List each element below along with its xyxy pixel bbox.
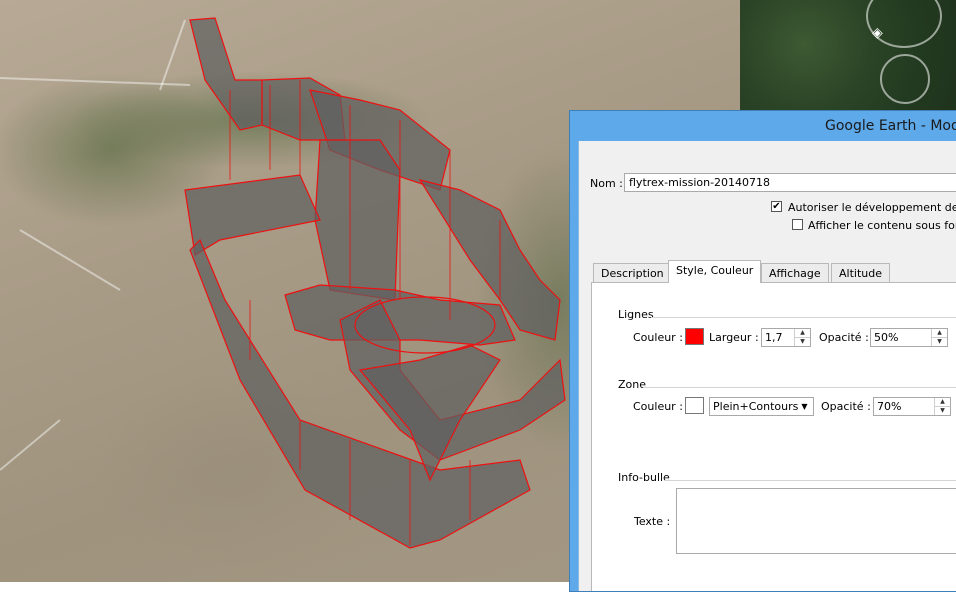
spin-up-icon[interactable]: ▲ bbox=[932, 329, 947, 338]
tab-altitude[interactable]: Altitude bbox=[831, 263, 890, 282]
lines-color-swatch[interactable] bbox=[685, 328, 704, 345]
show-as-checkbox[interactable] bbox=[792, 219, 803, 230]
lines-opacity-stepper[interactable]: 50% ▲ ▼ bbox=[870, 328, 948, 347]
dialog-client-area: Nom : flytrex-mission-20140718 ✔ Autoris… bbox=[578, 141, 956, 591]
lines-width-label: Largeur : bbox=[709, 331, 759, 344]
zone-opacity-value: 70% bbox=[877, 400, 902, 413]
path-wall bbox=[184, 174, 321, 256]
allow-expand-label: Autoriser le développement de ce d bbox=[788, 201, 956, 214]
spin-down-icon[interactable]: ▼ bbox=[935, 407, 950, 415]
dialog-title: Google Earth - Mod bbox=[825, 118, 956, 134]
zone-color-label: Couleur : bbox=[633, 400, 683, 413]
lines-opacity-value: 50% bbox=[874, 331, 899, 344]
chevron-down-icon[interactable]: ▼ bbox=[797, 399, 812, 414]
zone-opacity-stepper[interactable]: 70% ▲ ▼ bbox=[873, 397, 951, 416]
show-as-label: Afficher le contenu sous forme bbox=[808, 219, 956, 232]
tab-affichage[interactable]: Affichage bbox=[761, 263, 829, 282]
lines-group-divider bbox=[651, 317, 956, 318]
lines-width-stepper[interactable]: 1,7 ▲ ▼ bbox=[761, 328, 811, 347]
infobulle-group-label: Info-bulle bbox=[618, 471, 670, 484]
zone-mode-value: Plein+Contours bbox=[713, 400, 799, 413]
lines-color-label: Couleur : bbox=[633, 331, 683, 344]
name-label: Nom : bbox=[590, 177, 623, 190]
name-field[interactable]: flytrex-mission-20140718 bbox=[624, 173, 956, 192]
zone-color-swatch[interactable] bbox=[685, 397, 704, 414]
zone-mode-select[interactable]: Plein+Contours ▼ bbox=[709, 397, 814, 416]
tab-style-couleur[interactable]: Style, Couleur bbox=[668, 260, 762, 283]
path-wall bbox=[314, 139, 401, 301]
dialog-title-bar[interactable]: Google Earth - Mod bbox=[570, 111, 956, 141]
lines-opacity-label: Opacité : bbox=[819, 331, 869, 344]
tab-description[interactable]: Description bbox=[593, 263, 672, 282]
infobulle-text-area[interactable] bbox=[676, 488, 956, 554]
lines-width-value: 1,7 bbox=[765, 331, 783, 344]
field-lines bbox=[0, 19, 191, 471]
allow-expand-checkbox[interactable]: ✔ bbox=[771, 201, 782, 212]
spin-up-icon[interactable]: ▲ bbox=[795, 329, 810, 338]
spin-up-icon[interactable]: ▲ bbox=[935, 398, 950, 407]
zone-group-divider bbox=[643, 387, 956, 388]
infobulle-text-label: Texte : bbox=[634, 515, 671, 528]
spin-down-icon[interactable]: ▼ bbox=[932, 338, 947, 346]
properties-dialog: Google Earth - Mod Nom : flytrex-mission… bbox=[569, 110, 956, 592]
zone-group-label: Zone bbox=[618, 378, 647, 391]
lines-group-label: Lignes bbox=[618, 308, 654, 321]
path-wall bbox=[189, 17, 263, 131]
spin-down-icon[interactable]: ▼ bbox=[795, 338, 810, 346]
zone-opacity-label: Opacité : bbox=[821, 400, 871, 413]
infobulle-group-divider bbox=[664, 480, 956, 481]
